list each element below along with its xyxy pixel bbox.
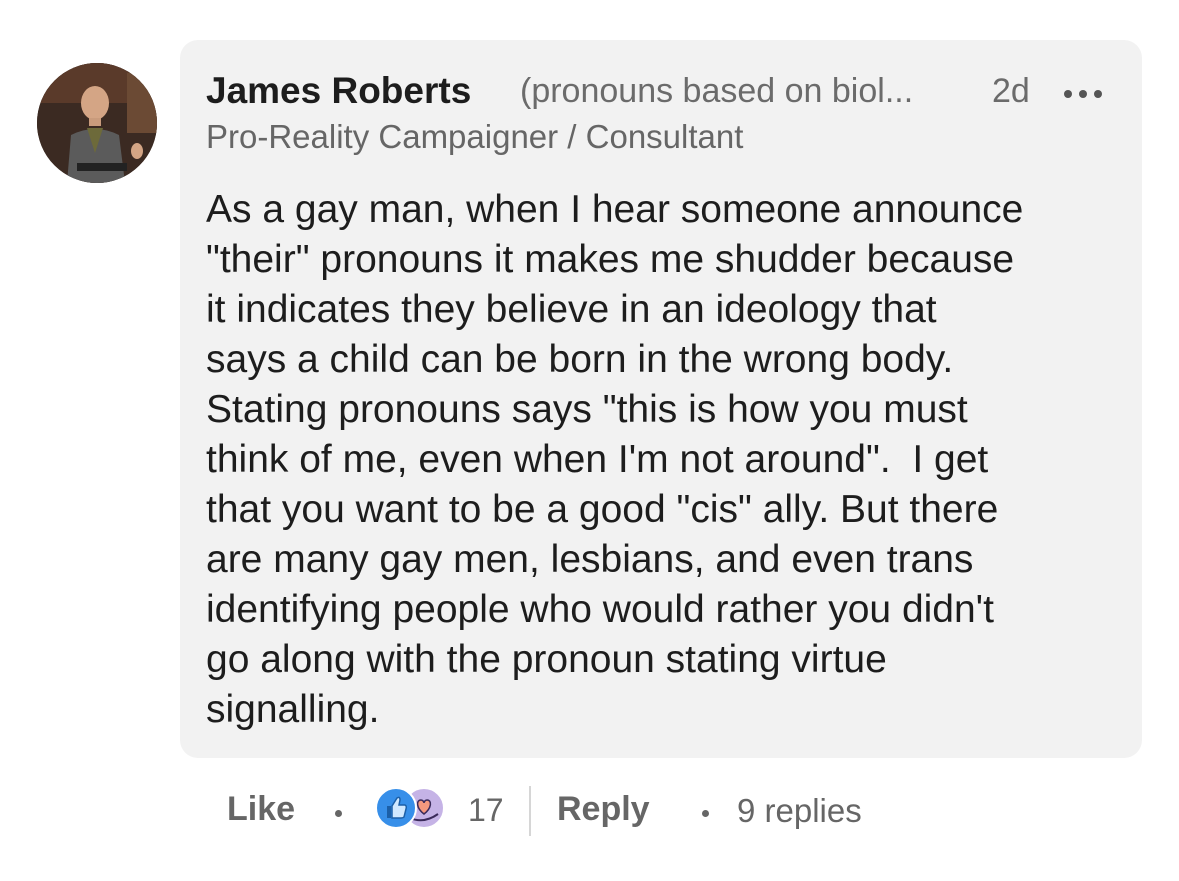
comment-line: it indicates they believe in an ideology…: [206, 288, 937, 331]
reactions-summary[interactable]: [372, 784, 452, 832]
comment-timestamp: 2d: [992, 72, 1030, 110]
like-button[interactable]: Like: [227, 790, 295, 829]
comment-line: Stating pronouns says "this is how you m…: [206, 388, 968, 431]
comment-bubble: James Roberts (pronouns based on biol...…: [180, 40, 1142, 758]
comment-line: that you want to be a good "cis" ally. B…: [206, 488, 999, 531]
action-divider: [529, 786, 531, 836]
comment-line: says a child can be born in the wrong bo…: [206, 338, 954, 381]
comment-actions: Like 17 Reply 9 replies: [0, 786, 1179, 840]
comment-line: signalling.: [206, 688, 380, 731]
comment-line: go along with the pronoun stating virtue: [206, 638, 887, 681]
author-avatar[interactable]: [37, 63, 157, 183]
separator-dot: [702, 810, 709, 817]
comment-line: identifying people who would rather you …: [206, 588, 994, 631]
separator-dot: [335, 810, 342, 817]
author-pronouns: (pronouns based on biol...: [520, 72, 914, 110]
reply-button[interactable]: Reply: [557, 790, 650, 829]
comment-line: are many gay men, lesbians, and even tra…: [206, 538, 974, 581]
author-headline: Pro-Reality Campaigner / Consultant: [206, 118, 744, 155]
comment-line: "their" pronouns it makes me shudder bec…: [206, 238, 1015, 281]
avatar-photo: [37, 63, 157, 183]
thumbs-up-reaction-icon: [375, 787, 417, 829]
author-name[interactable]: James Roberts: [206, 70, 471, 112]
more-options-button[interactable]: [1060, 70, 1106, 110]
comment-line: As a gay man, when I hear someone announ…: [206, 188, 1024, 231]
comment-body: As a gay man, when I hear someone announ…: [206, 185, 1136, 735]
view-replies-link[interactable]: 9 replies: [737, 792, 862, 830]
reaction-count[interactable]: 17: [468, 792, 504, 829]
comment-line: think of me, even when I'm not around". …: [206, 438, 989, 481]
